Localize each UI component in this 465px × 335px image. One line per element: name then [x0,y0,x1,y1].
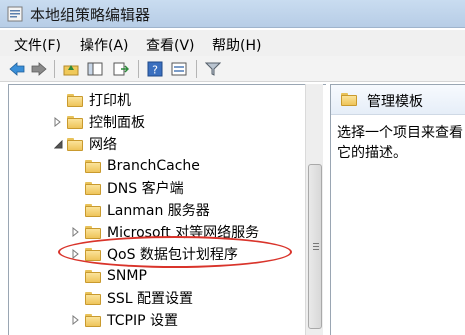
scrollbar-thumb[interactable] [308,164,322,329]
detail-header-title: 管理模板 [367,94,423,110]
export-list-icon[interactable] [112,60,130,78]
forward-arrow-icon[interactable] [30,60,48,78]
folder-open-icon [67,137,83,151]
window-title: 本地组策略编辑器 [30,6,151,24]
detail-header: 管理模板 [331,85,465,115]
folder-icon [85,159,101,173]
folder-icon [85,225,101,239]
folder-icon [85,181,101,195]
svg-text:?: ? [152,64,158,77]
expand-arrow-icon[interactable] [71,249,81,259]
tree-item-control-panel[interactable]: 控制面板 [54,111,145,133]
show-hide-tree-icon[interactable] [86,60,104,78]
tree-item-network[interactable]: 网络 [53,133,117,155]
properties-icon[interactable] [170,60,188,78]
expand-arrow-icon[interactable] [71,227,81,237]
menu-help[interactable]: 帮助(H) [212,35,261,55]
tree-scrollbar[interactable] [305,84,323,335]
menu-file[interactable]: 文件(F) [14,35,61,55]
menu-bar: 文件(F) 操作(A) 查看(V) 帮助(H) [0,30,465,56]
menu-view[interactable]: 查看(V) [146,35,195,55]
tree-item-tcpip-settings[interactable]: TCPIP 设置 [72,309,178,331]
tree-item-printers[interactable]: 打印机 [67,89,131,111]
folder-icon [67,115,83,129]
tree-pane: 打印机 控制面板 网络 BranchCache DNS 客户端 Lanman 服… [8,84,326,335]
tree-item-microsoft-peer-networking[interactable]: Microsoft 对等网络服务 [72,221,259,243]
folder-icon [85,203,101,217]
folder-icon [85,291,101,305]
toolbar: ? [0,56,465,82]
help-icon[interactable]: ? [146,60,164,78]
folder-icon [85,269,101,283]
tree-item-dns-client[interactable]: DNS 客户端 [85,177,184,199]
tree-item-snmp[interactable]: SNMP [85,265,147,287]
policy-editor-app-icon [7,6,23,22]
expand-arrow-icon[interactable] [53,117,63,127]
tree-item-lanman-server[interactable]: Lanman 服务器 [85,199,210,221]
tree-item-ssl-config[interactable]: SSL 配置设置 [85,287,193,309]
detail-description: 选择一个项目来查看它的描述。 [337,125,463,161]
menu-action[interactable]: 操作(A) [80,35,129,55]
tree-item-qos-packet-scheduler[interactable]: QoS 数据包计划程序 [72,243,238,265]
tree-item-branchcache[interactable]: BranchCache [85,155,200,177]
folder-icon [85,313,101,327]
filter-icon[interactable] [204,60,222,78]
folder-icon [341,93,357,106]
up-folder-icon[interactable] [62,60,80,78]
collapse-arrow-icon[interactable] [53,139,63,149]
title-bar: 本地组策略编辑器 [0,0,465,28]
expand-arrow-icon[interactable] [71,315,81,325]
detail-pane: 管理模板 选择一个项目来查看它的描述。 [330,84,465,335]
folder-icon [85,247,101,261]
back-arrow-icon[interactable] [8,60,26,78]
folder-icon [67,93,83,107]
